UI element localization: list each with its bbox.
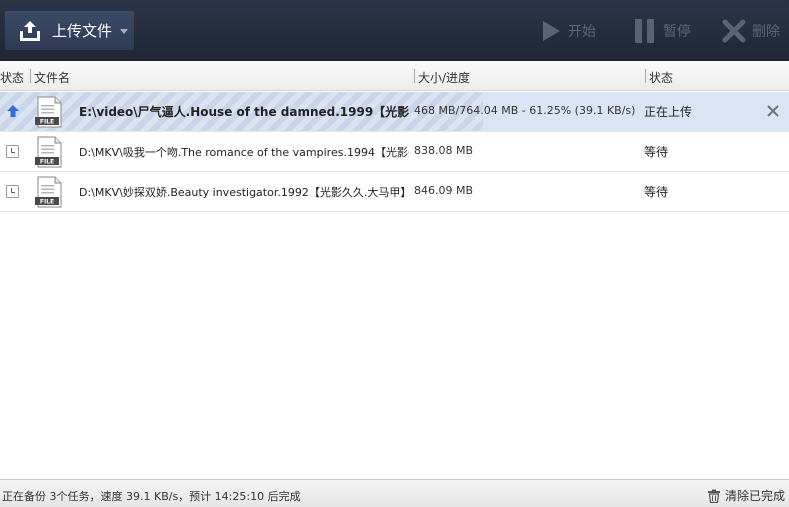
column-divider[interactable]: [30, 69, 31, 83]
close-icon[interactable]: [766, 104, 780, 118]
file-state: 正在上传: [644, 105, 693, 119]
table-row[interactable]: FILE D:\MKV\吸我一个吻.The romance of the vam…: [0, 132, 789, 172]
column-divider[interactable]: [414, 69, 415, 83]
file-icon: FILE: [35, 136, 62, 168]
file-state: 等待: [644, 185, 669, 199]
pause-label: 暂停: [663, 24, 691, 40]
table-row[interactable]: FILE D:\MKV\妙探双娇.Beauty investigator.199…: [0, 172, 789, 212]
pause-button[interactable]: 暂停: [633, 11, 691, 51]
file-size: 846.09 MB: [414, 184, 474, 197]
waiting-icon: [6, 185, 19, 198]
svg-text:FILE: FILE: [40, 199, 54, 206]
delete-label: 删除: [752, 24, 780, 40]
upload-arrow-icon: [7, 105, 19, 117]
start-label: 开始: [568, 24, 596, 40]
upload-file-button[interactable]: 上传文件: [5, 11, 134, 50]
upload-icon: [20, 20, 40, 41]
column-header: 状态 文件名 大小/进度 状态: [0, 61, 789, 91]
column-status[interactable]: 状态: [0, 69, 24, 86]
clear-completed-button[interactable]: 清除已完成: [707, 487, 785, 504]
column-filename[interactable]: 文件名: [34, 69, 70, 86]
file-name: D:\MKV\吸我一个吻.The romance of the vampires…: [79, 146, 409, 159]
file-size: 838.08 MB: [414, 144, 474, 157]
column-divider[interactable]: [645, 69, 646, 83]
file-name: E:\video\尸气逼人.House of the damned.1999【光…: [79, 105, 409, 119]
close-icon: [722, 19, 746, 43]
status-bar: 正在备份 3个任务，速度 39.1 KB/s，预计 14:25:10 后完成 清…: [0, 479, 789, 507]
column-state[interactable]: 状态: [649, 69, 673, 86]
chevron-down-icon[interactable]: [120, 29, 129, 34]
file-icon: FILE: [35, 176, 62, 208]
file-size-progress: 468 MB/764.04 MB - 61.25% (39.1 KB/s): [414, 104, 636, 117]
clear-completed-label: 清除已完成: [724, 489, 785, 503]
upload-file-label: 上传文件: [52, 22, 113, 40]
file-state: 等待: [644, 145, 669, 159]
play-icon: [543, 21, 560, 41]
table-row[interactable]: FILE E:\video\尸气逼人.House of the damned.1…: [0, 92, 789, 132]
svg-text:FILE: FILE: [40, 159, 54, 166]
waiting-icon: [6, 145, 19, 158]
start-button[interactable]: 开始: [540, 11, 596, 51]
file-icon: FILE: [35, 96, 62, 128]
file-name: D:\MKV\妙探双娇.Beauty investigator.1992【光影久…: [79, 186, 409, 199]
svg-text:FILE: FILE: [40, 119, 54, 126]
delete-button[interactable]: 删除: [722, 11, 780, 51]
trash-icon: [707, 489, 720, 503]
pause-icon: [635, 19, 654, 43]
backup-status-text: 正在备份 3个任务，速度 39.1 KB/s，预计 14:25:10 后完成: [2, 490, 301, 503]
toolbar: 上传文件 开始 暂停 删除: [0, 0, 789, 61]
column-size-progress[interactable]: 大小/进度: [418, 69, 470, 86]
